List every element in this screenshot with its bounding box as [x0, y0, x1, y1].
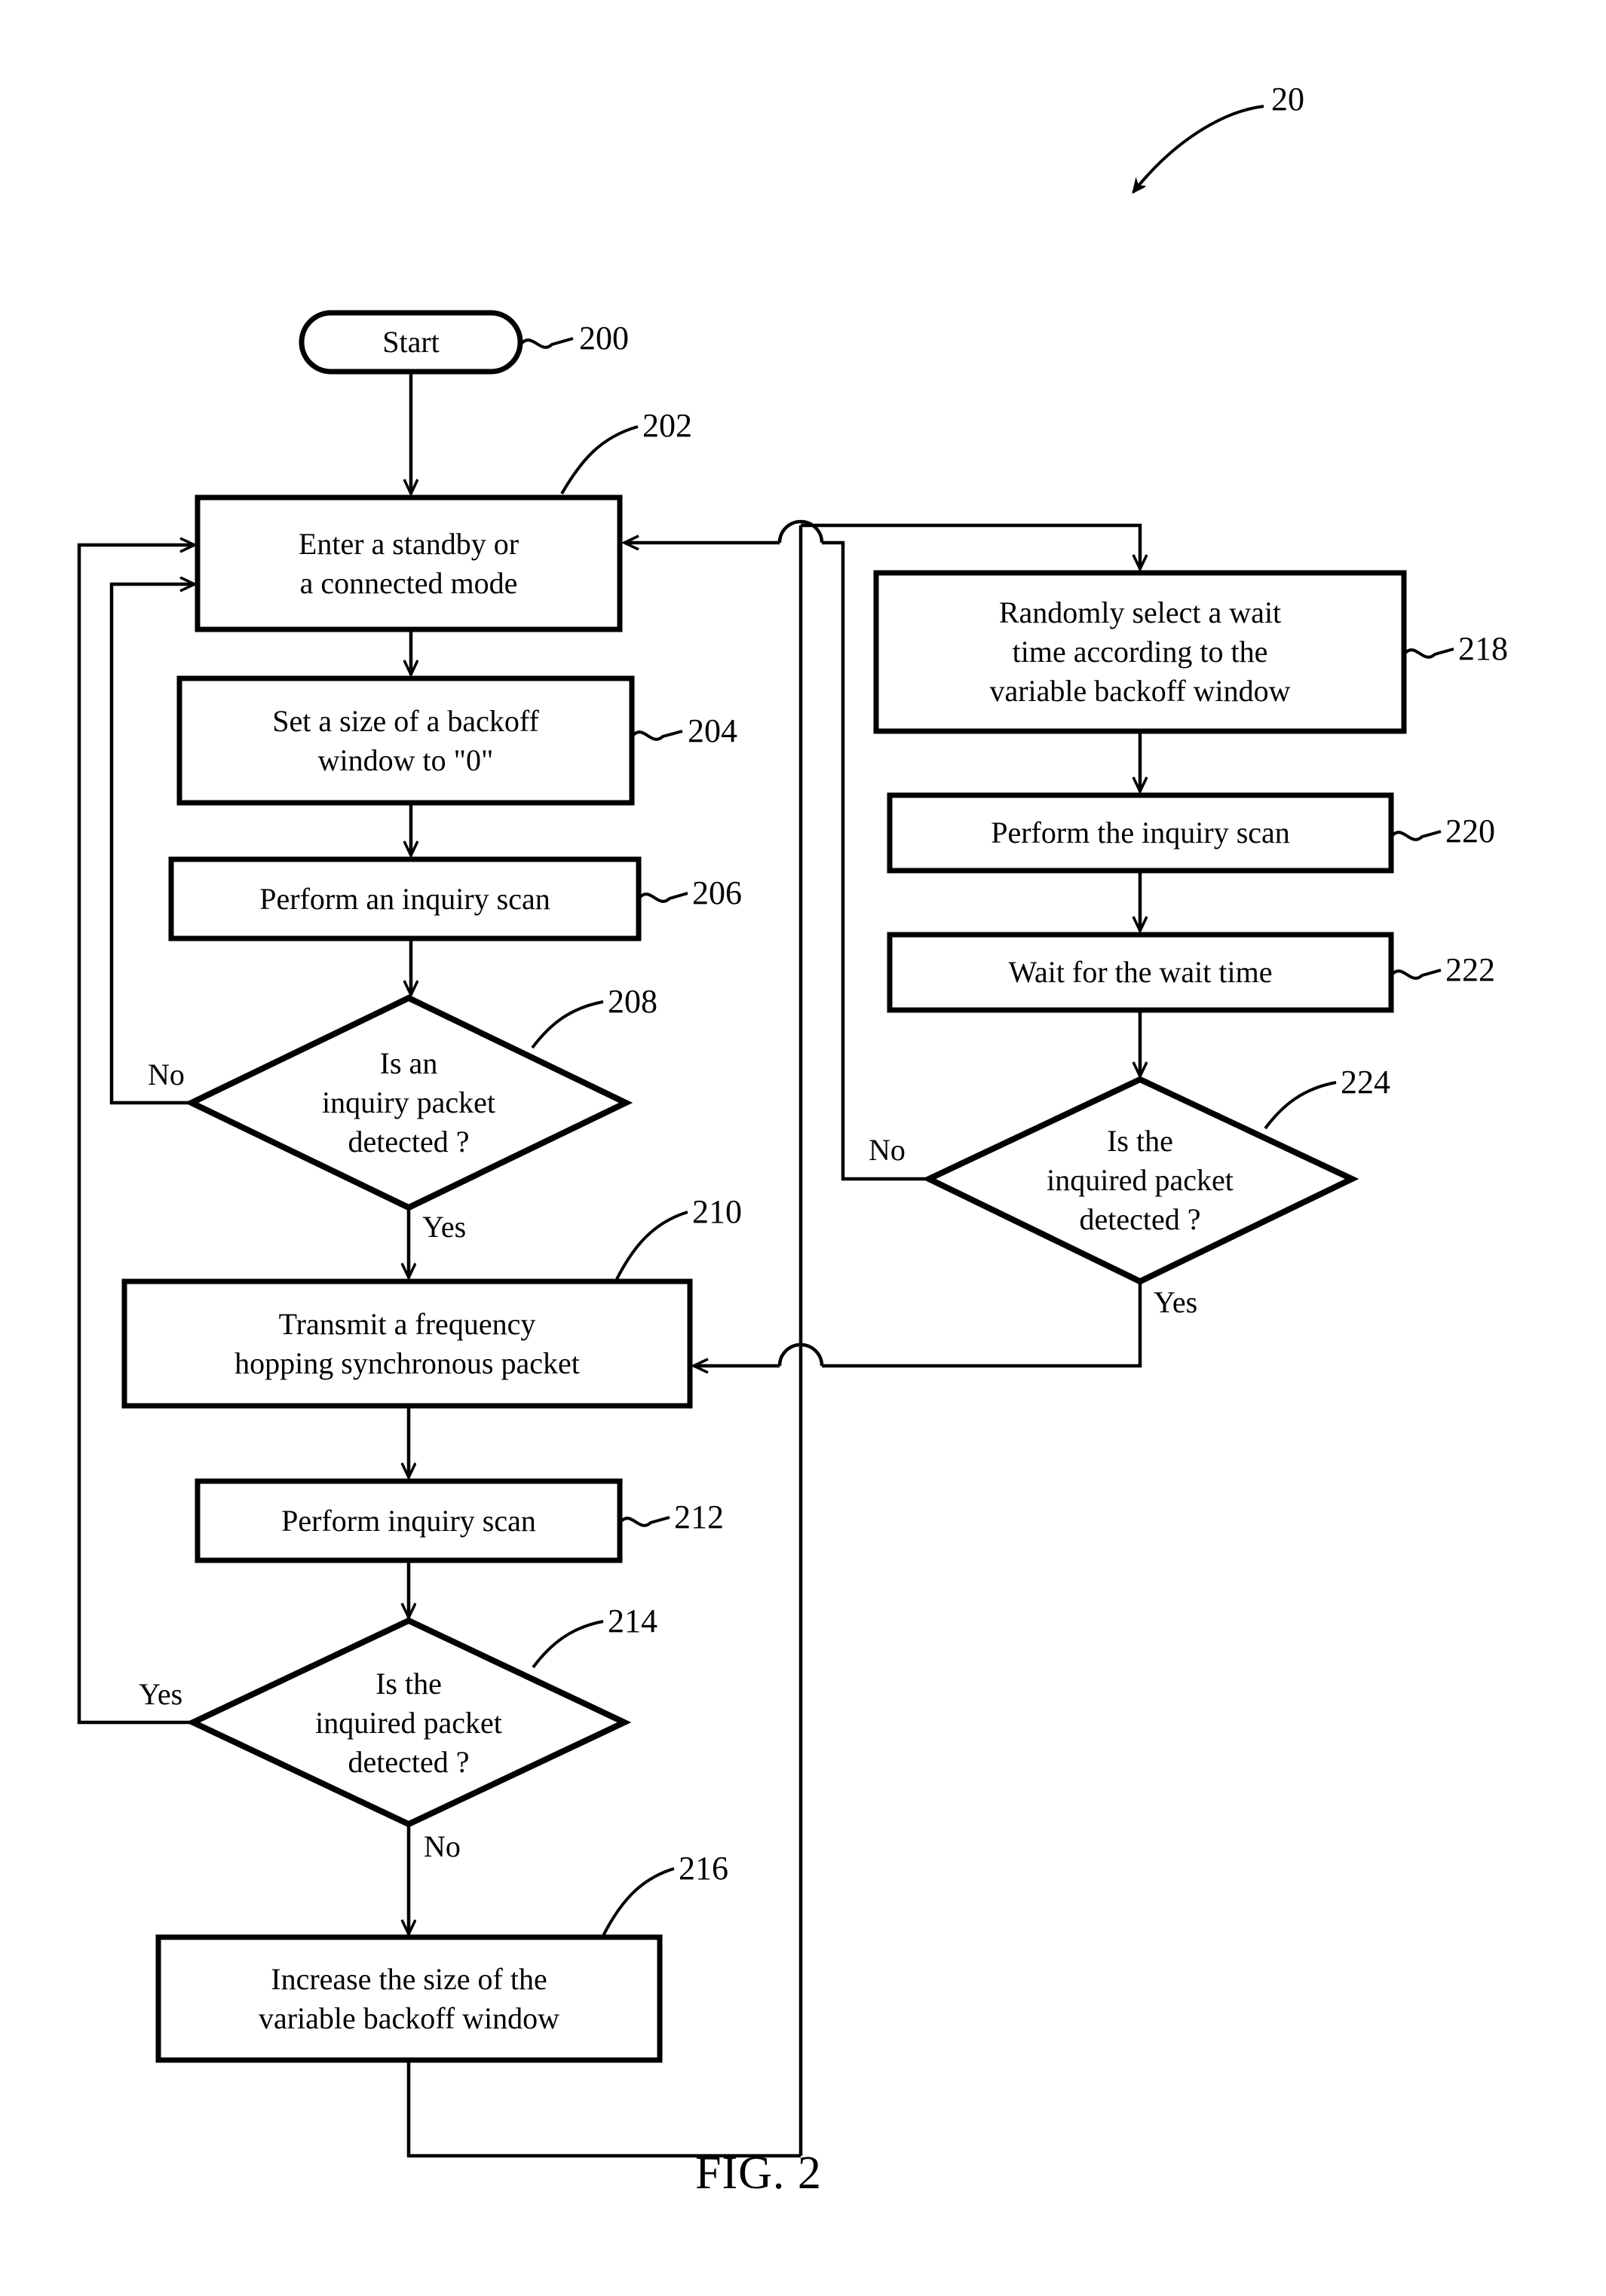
patent-figure: Start Enter a standby or a connected mod… — [0, 0, 1606, 2296]
ref-numeral-218: 218 — [1458, 630, 1508, 667]
leader-204 — [632, 730, 683, 741]
ref-numeral-214: 214 — [608, 1603, 657, 1639]
edge-label-208-no: No — [148, 1058, 185, 1091]
ref-numeral-210: 210 — [692, 1193, 742, 1230]
leader-212 — [620, 1516, 670, 1527]
flowchart-canvas — [77, 105, 1454, 2158]
leader-202 — [560, 425, 639, 495]
node-214-shape — [185, 1617, 632, 1828]
ref-numeral-202: 202 — [642, 407, 692, 444]
leader-200 — [520, 337, 574, 349]
node-216-shape — [155, 1934, 663, 2063]
leader-206 — [639, 892, 688, 903]
edge-trunk-to-218 — [801, 523, 1140, 569]
ref-numeral-200: 200 — [579, 320, 629, 357]
leader-218 — [1404, 647, 1454, 659]
ref-numeral-212: 212 — [674, 1499, 724, 1535]
leader-210 — [615, 1211, 688, 1280]
figure-caption: FIG. 2 — [695, 2148, 822, 2199]
ref-numeral-206: 206 — [692, 874, 742, 911]
node-202-shape — [195, 494, 623, 632]
leader-222 — [1391, 969, 1442, 980]
node-224-shape — [921, 1076, 1359, 1285]
leader-220 — [1391, 830, 1442, 841]
node-210-shape — [121, 1278, 693, 1409]
edge-label-208-yes: Yes — [422, 1210, 467, 1244]
node-222-shape — [887, 932, 1394, 1013]
node-204-shape — [176, 675, 635, 806]
node-218-shape — [873, 570, 1407, 734]
ref-numeral-20: 20 — [1271, 81, 1304, 118]
leader-216 — [602, 1867, 675, 1936]
edge-label-224-yes: Yes — [1154, 1285, 1198, 1319]
edge-label-224-no: No — [869, 1133, 906, 1167]
ref-numeral-208: 208 — [608, 983, 657, 1020]
node-220-shape — [887, 792, 1394, 874]
node-208-shape — [184, 994, 633, 1211]
edge-label-214-no: No — [424, 1829, 461, 1863]
node-200-shape — [299, 310, 523, 375]
ref-numeral-224: 224 — [1341, 1064, 1390, 1101]
edge-216-to-trunk — [406, 2060, 801, 2158]
leader-214 — [532, 1620, 604, 1669]
leader-208 — [531, 1000, 604, 1049]
ref-numeral-222: 222 — [1445, 951, 1495, 988]
ref-numeral-204: 204 — [688, 712, 737, 749]
edge-label-214-yes: Yes — [139, 1677, 183, 1711]
leader-224 — [1264, 1081, 1337, 1130]
ref-numeral-216: 216 — [679, 1850, 728, 1887]
leader-20 — [1133, 105, 1264, 192]
node-206-shape — [168, 856, 642, 941]
node-212-shape — [195, 1478, 623, 1563]
edge-208-no-to-202 — [109, 584, 195, 1105]
edge-224-yes-to-210-a — [822, 1281, 1142, 1368]
ref-numeral-220: 220 — [1445, 813, 1495, 850]
